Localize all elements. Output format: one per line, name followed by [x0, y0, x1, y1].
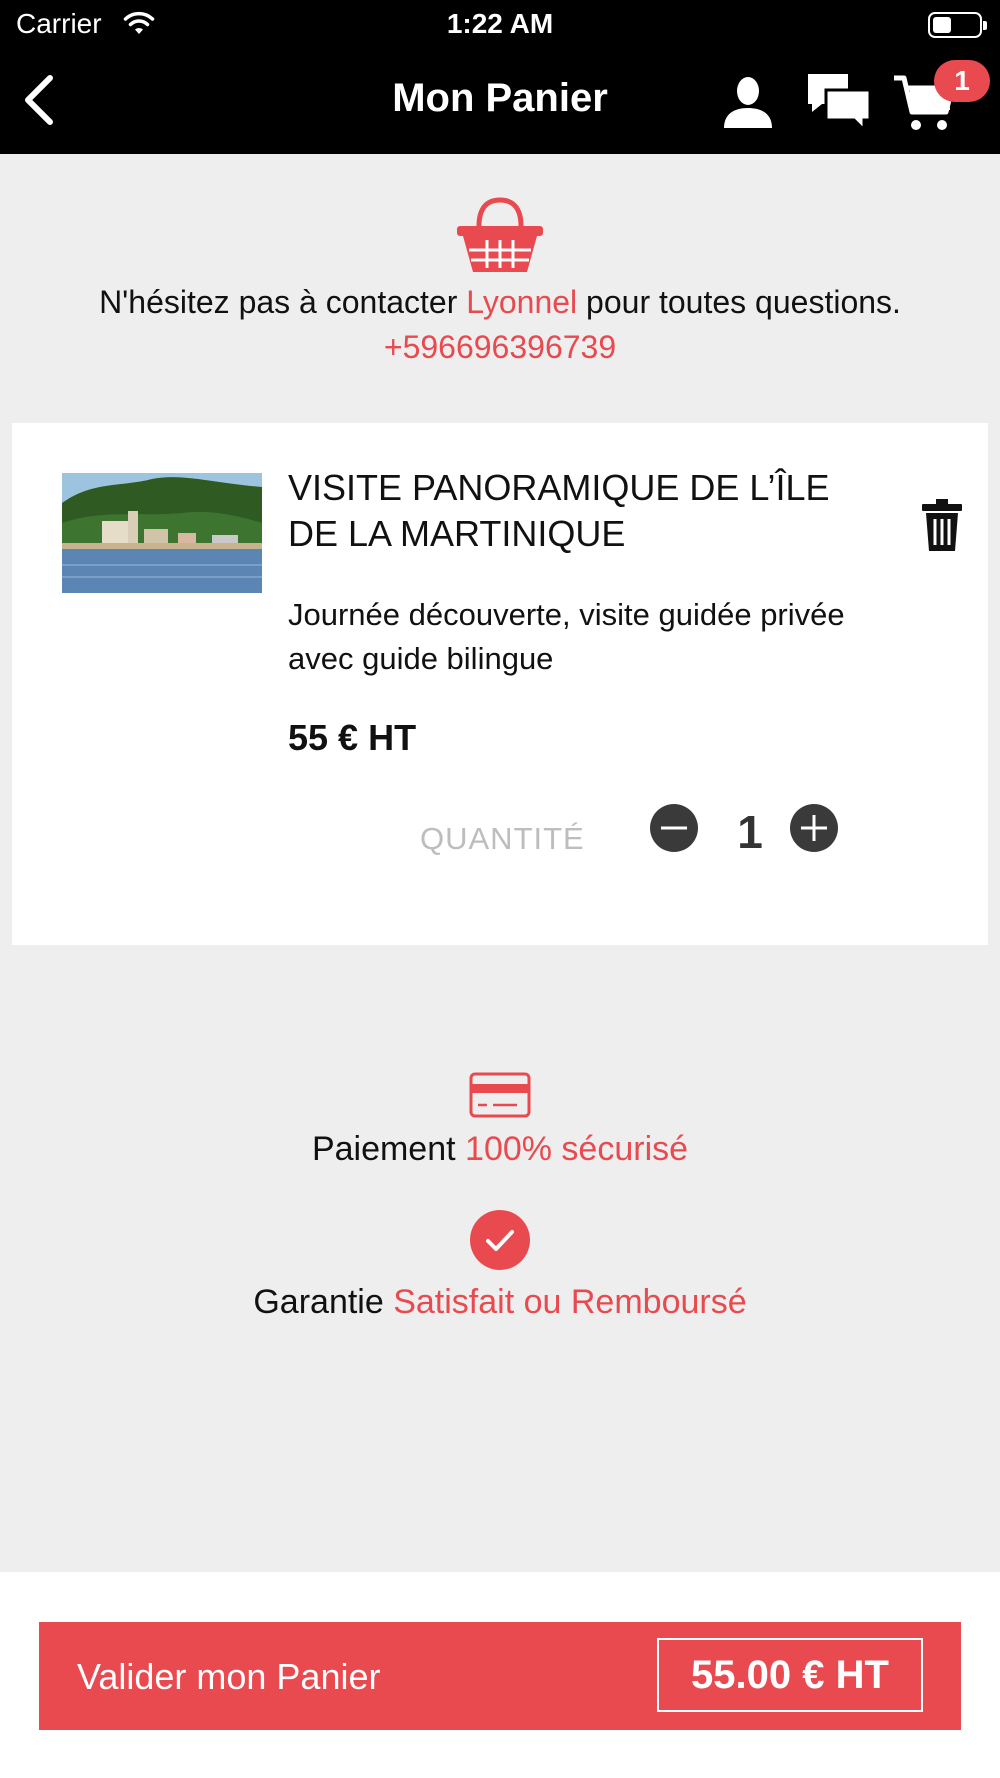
product-thumbnail[interactable]	[62, 473, 262, 593]
guarantee-highlight: Satisfait ou Remboursé	[393, 1283, 747, 1321]
cart-count-badge: 1	[934, 60, 990, 102]
basket-icon	[457, 197, 543, 272]
validate-cart-label: Valider mon Panier	[77, 1656, 381, 1697]
status-bar: Carrier 1:22 AM	[0, 0, 1000, 50]
payment-highlight: 100% sécurisé	[465, 1130, 689, 1168]
contact-message: N'hésitez pas à contacter Lyonnel pour t…	[0, 284, 1000, 321]
secure-payment-text: Paiement 100% sécurisé	[0, 1130, 1000, 1169]
navigation-bar: Mon Panier 1	[0, 50, 1000, 154]
quantity-value: 1	[737, 806, 763, 858]
product-price: 55 € HT	[288, 717, 417, 758]
user-icon[interactable]	[722, 76, 774, 130]
cart-item-card: VISITE PANORAMIQUE DE L’ÎLE DE LA MARTIN…	[12, 423, 988, 945]
product-description: Journée découverte, visite guidée privée…	[288, 597, 845, 676]
guarantee-text: Garantie Satisfait ou Remboursé	[0, 1283, 1000, 1322]
decrease-quantity-button[interactable]	[649, 803, 699, 853]
guarantee-prefix: Garantie	[253, 1283, 394, 1321]
cart-total: 55.00 € HT	[657, 1638, 923, 1712]
checkout-footer: Valider mon Panier 55.00 € HT	[0, 1572, 1000, 1778]
increase-quantity-button[interactable]	[789, 803, 839, 853]
contact-phone-link[interactable]: +596696396739	[0, 329, 1000, 366]
contact-name-link[interactable]: Lyonnel	[466, 284, 577, 320]
contact-text-after: pour toutes questions.	[577, 284, 901, 320]
check-circle-icon	[470, 1210, 530, 1270]
security-section: Paiement 100% sécurisé Garantie Satisfai…	[0, 1072, 1000, 1322]
contact-text-before: N'hésitez pas à contacter	[99, 284, 467, 320]
chat-icon[interactable]	[806, 72, 872, 134]
battery-icon	[928, 12, 987, 38]
quantity-label: QUANTITÉ	[420, 821, 585, 856]
product-title: VISITE PANORAMIQUE DE L’ÎLE DE LA MARTIN…	[288, 467, 830, 554]
credit-card-icon	[469, 1072, 531, 1118]
clock: 1:22 AM	[446, 8, 554, 39]
payment-prefix: Paiement	[311, 1130, 466, 1168]
contact-section: N'hésitez pas à contacter Lyonnel pour t…	[0, 196, 1000, 366]
validate-cart-button[interactable]: Valider mon Panier 55.00 € HT	[39, 1622, 961, 1730]
trash-icon[interactable]	[922, 499, 962, 551]
